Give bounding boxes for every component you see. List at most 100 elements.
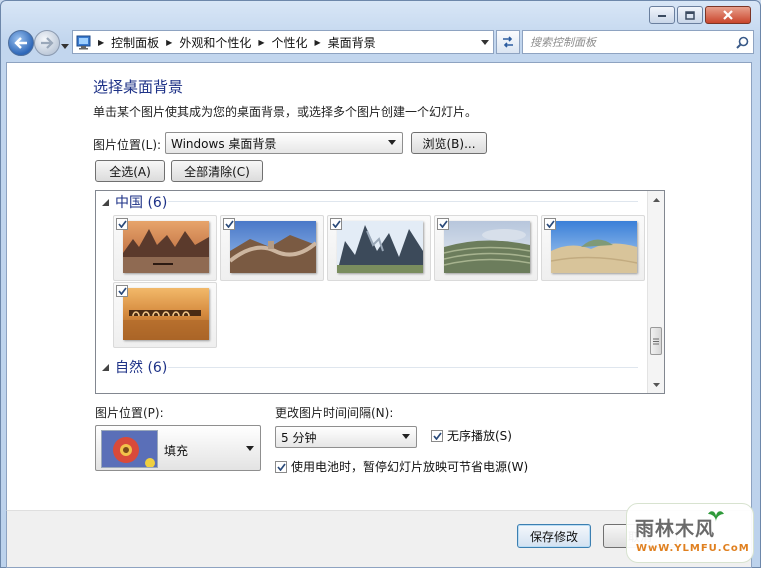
- picture-location-value: Windows 桌面背景: [171, 136, 277, 151]
- picture-location-select[interactable]: Windows 桌面背景: [165, 132, 403, 154]
- chevron-down-icon: [61, 44, 69, 49]
- position-preview-image: [101, 430, 158, 468]
- interval-label: 更改图片时间间隔(N):: [275, 406, 394, 420]
- picture-position-value: 填充: [164, 444, 189, 458]
- shuffle-label: 无序播放(S): [447, 429, 512, 443]
- chevron-down-icon: [402, 434, 410, 439]
- address-dropdown-button[interactable]: [475, 31, 493, 53]
- page-title: 选择桌面背景: [93, 78, 184, 96]
- checkmark-icon: [117, 287, 127, 295]
- refresh-button[interactable]: [496, 30, 520, 54]
- clear-all-button[interactable]: 全部清除(C): [171, 160, 263, 182]
- rocky-peaks-image: [337, 221, 423, 273]
- scroll-up-icon: [653, 197, 660, 202]
- maximize-button[interactable]: [677, 6, 703, 24]
- checkmark-icon: [438, 220, 448, 228]
- back-arrow-icon: [14, 37, 27, 49]
- scroll-thumb[interactable]: [650, 327, 662, 355]
- chevron-down-icon: [480, 39, 489, 45]
- shuffle-option[interactable]: 无序播放(S): [431, 427, 512, 444]
- collapse-triangle-icon[interactable]: [102, 198, 109, 206]
- wallpaper-checkbox[interactable]: [437, 218, 449, 230]
- battery-checkbox[interactable]: [275, 460, 287, 473]
- shuffle-checkbox[interactable]: [431, 429, 443, 442]
- checkmark-icon: [117, 220, 127, 228]
- checkmark-icon: [331, 220, 341, 228]
- battery-label: 使用电池时，暂停幻灯片放映可节省电源(W): [291, 460, 529, 474]
- search-box[interactable]: [522, 30, 754, 54]
- group-divider: [168, 367, 638, 368]
- group-title: 中国 (6): [115, 195, 168, 211]
- breadcrumb-personalization[interactable]: 个性化: [268, 31, 312, 53]
- refresh-icon: [503, 36, 513, 48]
- back-button[interactable]: [8, 30, 34, 56]
- wallpaper-checkbox[interactable]: [116, 218, 128, 230]
- forward-arrow-icon: [41, 37, 54, 49]
- wallpaper-thumbnail-seventeen-arch-bridge[interactable]: [113, 282, 217, 348]
- breadcrumb-separator[interactable]: ▶: [312, 38, 324, 47]
- arch-bridge-image: [123, 288, 209, 340]
- close-button[interactable]: [705, 6, 751, 24]
- picture-position-select[interactable]: 填充: [95, 425, 261, 471]
- minimize-icon: [658, 15, 666, 17]
- sand-dunes-image: [551, 221, 637, 273]
- checkmark-icon: [432, 431, 442, 440]
- watermark-url: WwW.YLMFU.CoM: [636, 543, 750, 554]
- wallpaper-checkbox[interactable]: [330, 218, 342, 230]
- watermark-title: 雨林木风: [635, 518, 716, 540]
- group-header-nature[interactable]: 自然 (6): [102, 357, 167, 377]
- chevron-down-icon: [246, 446, 254, 451]
- browse-button[interactable]: 浏览(B)...: [411, 132, 487, 154]
- recent-pages-dropdown[interactable]: [61, 38, 69, 52]
- address-bar[interactable]: ▶ 控制面板 ▶ 外观和个性化 ▶ 个性化 ▶ 桌面背景: [72, 30, 494, 54]
- terraced-fields-image: [444, 221, 530, 273]
- great-wall-image: [230, 221, 316, 273]
- gallery-scrollbar[interactable]: [647, 191, 664, 393]
- scroll-down-button[interactable]: [648, 376, 664, 393]
- collapse-triangle-icon[interactable]: [102, 363, 109, 371]
- picture-position-label: 图片位置(P):: [95, 406, 164, 420]
- breadcrumb-appearance[interactable]: 外观和个性化: [175, 31, 255, 53]
- caption-buttons: [649, 6, 751, 24]
- wallpaper-checkbox[interactable]: [116, 285, 128, 297]
- wallpaper-gallery: 中国 (6) 自然 (6): [95, 190, 665, 394]
- wallpaper-checkbox[interactable]: [223, 218, 235, 230]
- save-changes-button[interactable]: 保存修改: [517, 524, 591, 548]
- breadcrumb-separator[interactable]: ▶: [255, 38, 267, 47]
- wallpaper-thumbnail-terraced-fields[interactable]: [434, 215, 538, 281]
- breadcrumb-desktop-background[interactable]: 桌面背景: [324, 31, 380, 53]
- watermark-logo: 雨林木风 WwW.YLMFU.CoM: [626, 503, 754, 563]
- control-panel-icon: [73, 31, 95, 53]
- wallpaper-thumbnail-great-wall[interactable]: [220, 215, 324, 281]
- checkmark-icon: [276, 462, 286, 471]
- interval-value: 5 分钟: [281, 430, 317, 445]
- interval-select[interactable]: 5 分钟: [275, 426, 417, 448]
- scroll-down-icon: [653, 382, 660, 387]
- grip-icon: [653, 338, 659, 344]
- scroll-up-button[interactable]: [648, 191, 664, 208]
- page-subtitle: 单击某个图片使其成为您的桌面背景，或选择多个图片创建一个幻灯片。: [93, 105, 478, 119]
- search-icon[interactable]: [731, 36, 753, 49]
- minimize-button[interactable]: [649, 6, 675, 24]
- group-divider: [168, 201, 638, 202]
- navigation-bar: ▶ 控制面板 ▶ 外观和个性化 ▶ 个性化 ▶ 桌面背景: [6, 28, 754, 58]
- checkmark-icon: [545, 220, 555, 228]
- battery-option[interactable]: 使用电池时，暂停幻灯片放映可节省电源(W): [275, 458, 528, 475]
- breadcrumb-control-panel[interactable]: 控制面板: [107, 31, 163, 53]
- picture-location-label: 图片位置(L):: [93, 138, 162, 152]
- checkmark-icon: [224, 220, 234, 228]
- chevron-down-icon: [388, 140, 396, 145]
- wallpaper-thumbnail-karst-river[interactable]: [113, 215, 217, 281]
- breadcrumb-separator: ▶: [98, 37, 105, 47]
- wallpaper-thumbnail-rocky-peaks[interactable]: [327, 215, 431, 281]
- search-input[interactable]: [523, 32, 731, 52]
- wallpaper-thumbnail-sand-dunes[interactable]: [541, 215, 645, 281]
- breadcrumb-separator[interactable]: ▶: [163, 38, 175, 47]
- select-all-button[interactable]: 全选(A): [95, 160, 165, 182]
- group-header-china[interactable]: 中国 (6): [102, 192, 167, 212]
- forward-button[interactable]: [34, 30, 60, 56]
- maximize-icon: [685, 10, 695, 20]
- close-icon: [723, 10, 733, 20]
- wallpaper-checkbox[interactable]: [544, 218, 556, 230]
- group-title: 自然 (6): [115, 360, 168, 376]
